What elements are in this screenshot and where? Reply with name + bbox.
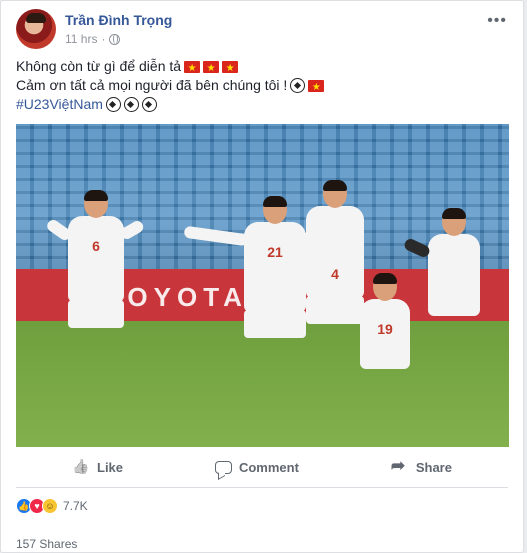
vietnam-flag-icon [184,59,201,78]
soccer-ball-icon [141,97,157,112]
post-meta: 11 hrs · [65,32,121,46]
share-label: Share [415,459,452,475]
post-line-1: Không còn từ gì để diễn tả [16,57,496,78]
post-body: Không còn từ gì để diễn tả Cảm ơn tất cả… [16,57,496,114]
vietnam-flag-icon [203,59,220,78]
post-timestamp[interactable]: 11 hrs [65,32,97,46]
more-options-icon[interactable]: ••• [487,12,507,30]
soccer-ball-icon [290,78,306,93]
hashtag-link[interactable]: #U23ViệtNam [16,95,103,114]
share-button[interactable]: Share [391,453,452,481]
player [402,208,480,316]
vietnam-flag-icon [308,78,325,97]
player: 19 [360,273,410,369]
like-label: Like [97,459,124,475]
comment-icon [214,460,232,474]
globe-icon[interactable] [109,33,121,45]
soccer-ball-icon [105,97,121,112]
like-button[interactable]: Like [72,453,123,481]
post-actions: Like Comment Share [16,453,508,481]
post-line-3: #U23ViệtNam [16,95,496,114]
haha-reaction-icon: ☺ [42,498,58,514]
soccer-ball-icon [123,97,139,112]
post-card: Trần Đình Trọng 11 hrs · ••• Không còn t… [0,0,524,553]
jersey-number: 6 [92,238,100,254]
post-text-2: Cảm ơn tất cả mọi người đã bên chúng tôi… [16,77,288,93]
shares-count[interactable]: 157 Shares [16,537,77,551]
thumbs-up-icon [72,459,90,475]
post-header: Trần Đình Trọng 11 hrs · ••• [16,9,511,51]
share-icon [391,456,409,476]
player: 21 [183,196,363,338]
reaction-count: 7.7K [63,499,88,513]
player: 6 [44,190,146,328]
author-name[interactable]: Trần Đình Trọng [65,12,172,28]
reactions-summary[interactable]: 👍 ♥ ☺ 7.7K [16,498,88,514]
vietnam-flag-icon [222,59,239,78]
board-text: TOYOTA [106,282,248,312]
player: 4 [306,180,364,324]
jersey-number: 19 [377,321,393,337]
comment-label: Comment [238,459,299,475]
divider [16,487,508,488]
jersey-number: 4 [331,266,339,282]
author-avatar[interactable] [16,9,56,49]
jersey-number: 21 [267,244,283,260]
pitch [16,321,509,447]
post-line-2: Cảm ơn tất cả mọi người đã bên chúng tôi… [16,76,496,97]
post-text-1: Không còn từ gì để diễn tả [16,58,182,74]
post-photo[interactable]: TOYOTA 6 21 4 19 [16,124,509,447]
comment-button[interactable]: Comment [214,453,299,481]
